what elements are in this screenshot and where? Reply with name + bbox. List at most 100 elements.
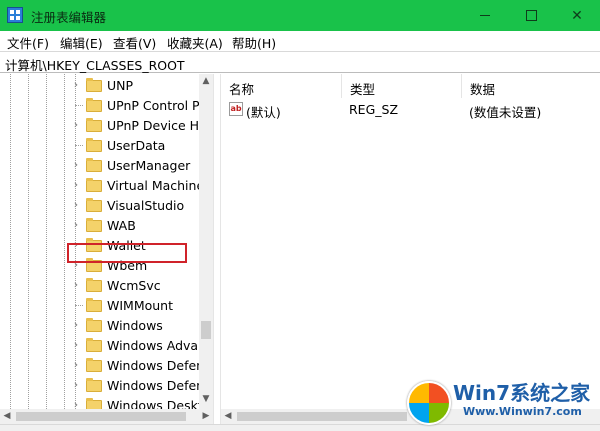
scroll-down-icon[interactable]: ▼ — [199, 392, 213, 406]
column-header-type[interactable]: 类型 — [342, 74, 462, 98]
close-button[interactable]: ✕ — [554, 0, 600, 31]
tree-item-windows[interactable]: › Windows — [66, 316, 206, 336]
value-data: (数值未设置) — [469, 105, 542, 120]
tree-item-label: UPnP Device Ho — [107, 118, 207, 133]
menu-file[interactable]: 文件(F) — [7, 33, 49, 52]
tree-item-label: Virtual Machine — [107, 178, 205, 193]
folder-icon — [86, 318, 102, 332]
minimize-icon — [480, 15, 490, 16]
folder-icon — [86, 278, 102, 292]
tree-item-label: VisualStudio — [107, 198, 185, 213]
chevron-right-icon[interactable]: › — [70, 159, 82, 171]
tree-leaf-line — [75, 145, 83, 146]
tree-item-label: UserManager — [107, 158, 191, 173]
tree-item-label: WIMMount — [107, 298, 174, 313]
column-label: 类型 — [350, 82, 376, 97]
menu-help[interactable]: 帮助(H) — [232, 33, 276, 52]
tree-item-label: Windows — [107, 318, 163, 333]
column-label: 数据 — [470, 82, 496, 97]
tree-item[interactable]: › Windows Defen — [66, 376, 206, 396]
folder-icon — [86, 298, 102, 312]
tree-leaf-line — [75, 305, 83, 306]
pane-splitter[interactable] — [213, 74, 221, 424]
tree-item[interactable]: › UserManager — [66, 156, 206, 176]
chevron-right-icon[interactable]: › — [70, 79, 82, 91]
tree-item[interactable]: UserData — [66, 136, 206, 156]
tree-item[interactable]: › Windows Advar — [66, 336, 206, 356]
tree-item-label: Windows Defen — [107, 378, 205, 393]
watermark-brand: Win7系统之家 — [453, 381, 591, 405]
tree-guide-line — [64, 74, 65, 409]
value-row[interactable]: ab (默认) REG_SZ (数值未设置) — [221, 100, 600, 120]
chevron-right-icon[interactable]: › — [70, 339, 82, 351]
scroll-left-icon[interactable]: ◀ — [0, 409, 14, 424]
address-bar[interactable]: 计算机\HKEY_CLASSES_ROOT — [0, 51, 600, 73]
tree-item-label: WcmSvc — [107, 278, 161, 293]
column-header-name[interactable]: 名称 — [221, 74, 342, 98]
menu-bar: 文件(F) 编辑(E) 查看(V) 收藏夹(A) 帮助(H) — [0, 31, 600, 51]
folder-icon — [86, 78, 102, 92]
tree-item-label: UNP — [107, 78, 134, 93]
windows-logo-icon — [407, 381, 451, 425]
folder-icon — [86, 118, 102, 132]
menu-view[interactable]: 查看(V) — [113, 33, 156, 52]
scroll-right-icon[interactable]: ▶ — [199, 409, 213, 424]
tree-item-label: Windows Defen — [107, 358, 205, 373]
maximize-icon — [525, 10, 537, 21]
values-list[interactable]: 名称 类型 数据 ab (默认) REG_SZ (数值未设置) — [221, 74, 600, 409]
chevron-right-icon[interactable]: › — [70, 399, 82, 410]
chevron-right-icon[interactable]: › — [70, 359, 82, 371]
registry-editor-icon — [7, 7, 23, 23]
tree-vertical-scrollbar[interactable]: ▲ ▼ — [199, 74, 213, 409]
string-value-icon: ab — [229, 102, 243, 116]
column-header-data[interactable]: 数据 — [462, 74, 600, 98]
chevron-right-icon[interactable]: › — [70, 219, 82, 231]
minimize-button[interactable] — [462, 0, 508, 31]
menu-edit[interactable]: 编辑(E) — [60, 33, 103, 52]
scrollbar-thumb[interactable] — [201, 321, 211, 339]
registry-tree[interactable]: › UNP UPnP Control Po › UPnP Device Ho UserDa… — [0, 74, 213, 409]
tree-item-label: WAB — [107, 218, 136, 233]
column-label: 名称 — [229, 82, 255, 97]
tree-item[interactable]: › Windows Deskt — [66, 396, 206, 409]
scrollbar-thumb[interactable] — [16, 412, 186, 421]
scroll-up-icon[interactable]: ▲ — [199, 74, 213, 88]
chevron-right-icon[interactable]: › — [70, 179, 82, 191]
tree-item[interactable]: WIMMount — [66, 296, 206, 316]
tree-item[interactable]: › UNP — [66, 76, 206, 96]
tree-item[interactable]: › VisualStudio — [66, 196, 206, 216]
value-type: REG_SZ — [349, 102, 399, 117]
tree-item[interactable]: UPnP Control Po — [66, 96, 207, 116]
chevron-right-icon[interactable]: › — [70, 379, 82, 391]
tree-horizontal-scrollbar[interactable]: ◀ ▶ — [0, 409, 213, 424]
tree-item-label: UserData — [107, 138, 166, 153]
folder-icon — [86, 178, 102, 192]
scrollbar-thumb[interactable] — [237, 412, 407, 421]
tree-item[interactable]: › UPnP Device Ho — [66, 116, 207, 136]
tree-item-label: Windows Deskt — [107, 398, 203, 409]
windows-key-highlight — [67, 243, 187, 263]
address-path[interactable]: 计算机\HKEY_CLASSES_ROOT — [5, 55, 185, 74]
folder-icon — [86, 158, 102, 172]
chevron-right-icon[interactable]: › — [70, 319, 82, 331]
folder-icon — [86, 398, 102, 409]
tree-item[interactable]: › WAB — [66, 216, 206, 236]
tree-item-label: Windows Advar — [107, 338, 204, 353]
watermark-url: Www.Winwin7.com — [463, 405, 582, 418]
tree-guide-line — [46, 74, 47, 409]
folder-icon — [86, 198, 102, 212]
folder-icon — [86, 98, 102, 112]
menu-favorites[interactable]: 收藏夹(A) — [167, 33, 223, 52]
tree-item[interactable]: › WcmSvc — [66, 276, 206, 296]
tree-item[interactable]: › Windows Defen — [66, 356, 206, 376]
folder-icon — [86, 338, 102, 352]
scroll-left-icon[interactable]: ◀ — [221, 409, 235, 424]
maximize-button[interactable] — [508, 0, 554, 31]
folder-icon — [86, 138, 102, 152]
chevron-right-icon[interactable]: › — [70, 199, 82, 211]
tree-item[interactable]: › Virtual Machine — [66, 176, 206, 196]
folder-icon — [86, 218, 102, 232]
chevron-right-icon[interactable]: › — [70, 279, 82, 291]
chevron-right-icon[interactable]: › — [70, 119, 82, 131]
watermark-logo: Win7系统之家 Www.Winwin7.com — [405, 371, 600, 426]
